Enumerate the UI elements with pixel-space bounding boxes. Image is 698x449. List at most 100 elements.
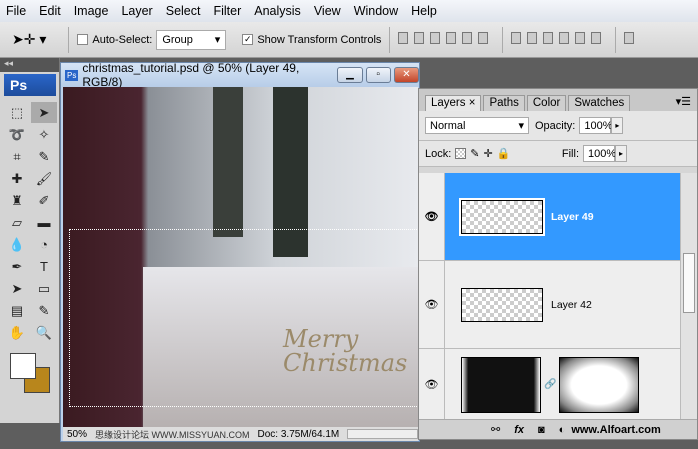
gradient-tool-icon[interactable]: ▬: [31, 212, 57, 233]
tab-color[interactable]: Color: [526, 95, 567, 111]
dodge-tool-icon[interactable]: ◔: [31, 234, 57, 255]
show-transform-checkbox[interactable]: ✓: [242, 34, 254, 45]
hand-tool-icon[interactable]: ✋: [4, 322, 30, 343]
document-title: christmas_tutorial.psd @ 50% (Layer 49, …: [82, 61, 300, 89]
maximize-button[interactable]: ▫: [365, 67, 391, 83]
lock-pixels-icon[interactable]: ✎: [470, 147, 479, 160]
move-tool-preset-icon[interactable]: ➤✛ ▾: [12, 31, 46, 48]
menu-analysis[interactable]: Analysis: [254, 4, 301, 18]
fill-input[interactable]: 100%: [583, 145, 616, 162]
lock-position-icon[interactable]: ✛: [484, 147, 493, 160]
transform-bounding-box[interactable]: [69, 229, 418, 407]
chevron-down-icon: ▾: [518, 120, 524, 132]
layer-row[interactable]: 👁 Layer 49: [419, 173, 681, 261]
magic-wand-icon[interactable]: ✧: [31, 124, 57, 145]
history-brush-icon[interactable]: ✐: [31, 190, 57, 211]
menu-window[interactable]: Window: [354, 4, 398, 18]
auto-select-dropdown[interactable]: Group ▾: [156, 29, 227, 50]
layers-panel: Layers × Paths Color Swatches ▾☰ Normal ▾…: [418, 88, 698, 440]
clone-stamp-icon[interactable]: ♜: [4, 190, 30, 211]
link-icon[interactable]: 🔗: [544, 379, 556, 390]
path-select-icon[interactable]: ➤: [4, 278, 30, 299]
options-bar: ➤✛ ▾ Auto-Select: Group ▾ ✓ Show Transfor…: [0, 22, 698, 58]
shape-tool-icon[interactable]: ▭: [31, 278, 57, 299]
adjustment-layer-icon[interactable]: ◐: [559, 424, 566, 436]
ps-file-icon: Ps: [65, 69, 79, 81]
crop-tool-icon[interactable]: ⌗: [4, 146, 30, 167]
canvas[interactable]: Merry Christmas: [63, 87, 418, 429]
link-layers-icon[interactable]: ⚯: [491, 423, 500, 436]
tab-layers[interactable]: Layers ×: [425, 95, 482, 111]
visibility-eye-icon[interactable]: 👁: [419, 261, 445, 348]
menu-layer[interactable]: Layer: [121, 4, 152, 18]
menu-help[interactable]: Help: [411, 4, 437, 18]
lock-label: Lock:: [425, 147, 452, 160]
close-button[interactable]: ✕: [393, 67, 420, 83]
fx-icon[interactable]: fx: [514, 424, 524, 436]
opacity-label: Opacity:: [535, 119, 576, 132]
lock-transparency-icon[interactable]: [455, 148, 467, 159]
menu-image[interactable]: Image: [74, 4, 109, 18]
type-tool-icon[interactable]: T: [31, 256, 57, 277]
menu-edit[interactable]: Edit: [39, 4, 61, 18]
close-icon[interactable]: ×: [469, 97, 476, 109]
fill-label: Fill:: [561, 147, 579, 160]
tab-paths[interactable]: Paths: [483, 95, 525, 111]
menu-select[interactable]: Select: [166, 4, 201, 18]
zoom-tool-icon[interactable]: 🔍: [31, 322, 57, 343]
move-tool-icon[interactable]: ➤: [31, 102, 57, 123]
layers-scrollbar[interactable]: [680, 173, 697, 421]
color-swatches[interactable]: [0, 347, 59, 393]
menu-view[interactable]: View: [314, 4, 341, 18]
opacity-input[interactable]: 100%: [579, 117, 613, 134]
visibility-eye-icon[interactable]: 👁: [419, 173, 445, 260]
blend-mode-dropdown[interactable]: Normal ▾: [425, 117, 529, 134]
horizontal-scrollbar[interactable]: [347, 429, 418, 439]
zoom-level[interactable]: 50%: [67, 429, 87, 440]
toolbox-collapse[interactable]: ◂◂: [0, 58, 59, 72]
foreground-color[interactable]: [10, 353, 36, 379]
auto-select-value: Group: [162, 33, 193, 46]
document-titlebar[interactable]: Ps christmas_tutorial.psd @ 50% (Layer 4…: [61, 61, 420, 89]
layer-name: Layer 49: [551, 210, 594, 223]
opacity-slider-button[interactable]: ▸: [611, 117, 624, 134]
pen-tool-icon[interactable]: ✒: [4, 256, 30, 277]
eyedropper-2-icon[interactable]: ✎: [31, 300, 57, 321]
layer-row[interactable]: 👁 Layer 42: [419, 261, 681, 349]
eraser-icon[interactable]: ▱: [4, 212, 30, 233]
distribute-buttons[interactable]: [511, 32, 607, 47]
chevron-down-icon: ▾: [214, 34, 221, 46]
ps-logo[interactable]: Ps: [4, 74, 56, 96]
healing-brush-icon[interactable]: ✚: [4, 168, 30, 189]
visibility-eye-icon[interactable]: 👁: [419, 349, 445, 420]
scrollbar-thumb[interactable]: [683, 253, 695, 313]
minimize-button[interactable]: ▁: [337, 67, 363, 83]
notes-tool-icon[interactable]: ▤: [4, 300, 30, 321]
add-mask-icon[interactable]: ◙: [538, 424, 545, 436]
eyedropper-icon[interactable]: ✎: [31, 146, 57, 167]
watermark-left: 思缘设计论坛 WWW.MISSYUAN.COM: [95, 429, 250, 440]
tree-shapes: [213, 87, 243, 237]
toolbox: ◂◂ Ps ⬚ ➤ ➰ ✧ ⌗ ✎ ✚ 🖌 ♜ ✐ ▱ ▬ 💧 ◔ ✒ T ➤ ▭ ▤ ✎ ✋ 🔍: [0, 58, 60, 423]
lasso-tool-icon[interactable]: ➰: [4, 124, 30, 145]
blur-tool-icon[interactable]: 💧: [4, 234, 30, 255]
fill-slider-button[interactable]: ▸: [615, 145, 627, 162]
layer-row[interactable]: 👁 🔗: [419, 349, 681, 421]
auto-select-checkbox[interactable]: [77, 34, 89, 45]
layer-mask-thumbnail: [559, 356, 640, 413]
lock-all-icon[interactable]: 🔒: [497, 147, 511, 160]
tab-swatches[interactable]: Swatches: [568, 95, 631, 111]
auto-select-label: Auto-Select:: [92, 33, 153, 46]
menu-file[interactable]: File: [6, 4, 26, 18]
menu-filter[interactable]: Filter: [213, 4, 241, 18]
brush-tool-icon[interactable]: 🖌: [31, 168, 57, 189]
panel-menu-icon[interactable]: ▾☰: [676, 95, 691, 111]
auto-align-icon[interactable]: [624, 32, 640, 47]
watermark-right: www.Alfoart.com: [571, 423, 661, 436]
marquee-tool-icon[interactable]: ⬚: [4, 102, 30, 123]
align-buttons[interactable]: [398, 32, 494, 47]
blend-mode-value: Normal: [430, 119, 466, 132]
menu-bar: File Edit Image Layer Select Filter Anal…: [0, 0, 698, 22]
doc-info[interactable]: Doc: 3.75M/64.1M: [258, 429, 340, 440]
tab-layers-label: Layers: [431, 97, 466, 109]
